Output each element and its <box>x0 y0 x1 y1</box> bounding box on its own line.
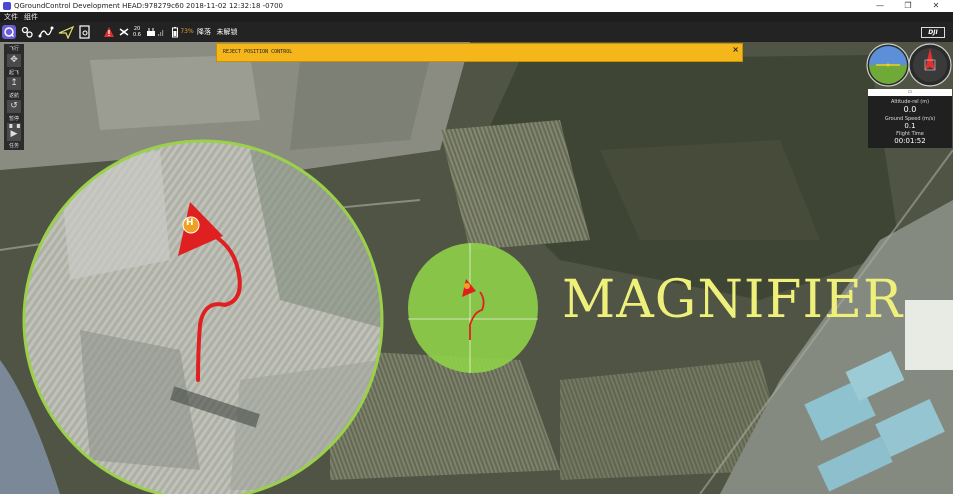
flight-time-value: 00:01:52 <box>894 137 926 145</box>
left-item-label-takeoff: 起飞 <box>8 70 19 76</box>
left-item-label-pause: 暂停 <box>8 116 19 122</box>
compass-icon <box>908 43 952 87</box>
flight-track-magnified <box>196 230 242 382</box>
attitude-indicator-icon <box>866 43 910 87</box>
banner-close-button[interactable]: × <box>732 45 739 54</box>
warning-banner: REJECT POSITION CONTROL × <box>216 43 743 62</box>
rtl-button[interactable]: ↺ <box>7 100 21 113</box>
takeoff-button[interactable]: ↥ <box>7 77 21 90</box>
ground-speed-value: 0.1 <box>904 122 916 130</box>
values-panel: ▭ Altitude-rel (m) 0.0 Ground Speed (m/s… <box>868 89 952 148</box>
plan-button[interactable]: ✥ <box>7 54 21 67</box>
plan-icon: ✥ <box>10 55 18 65</box>
left-item-label-mission: 任务 <box>8 143 19 149</box>
altitude-value: 0.0 <box>903 105 917 114</box>
home-marker-small-icon <box>464 283 470 289</box>
banner-message: REJECT POSITION CONTROL <box>223 49 293 55</box>
home-marker-label: H <box>186 218 194 228</box>
mission-icon: ▶ <box>10 129 18 139</box>
flight-track <box>469 291 485 340</box>
rtl-icon: ↺ <box>10 101 18 111</box>
flight-track-layer <box>178 202 485 382</box>
instrument-panel <box>866 43 952 87</box>
left-item-label-rtl: 返航 <box>8 93 19 99</box>
takeoff-icon: ↥ <box>10 78 18 88</box>
values-panel-header[interactable]: ▭ <box>868 89 952 96</box>
left-item-label-plan: 飞行 <box>8 46 19 52</box>
magnifier-caption: MAGNIFIER <box>562 270 904 330</box>
panel-menu-icon[interactable]: ▭ <box>908 89 913 95</box>
mission-start-button[interactable]: ▶ <box>7 128 21 141</box>
